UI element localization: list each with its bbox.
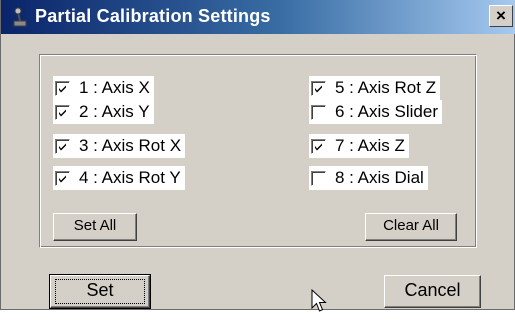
axis-label-4: 4 : Axis Rot Y: [79, 168, 181, 187]
calibration-dialog: Partial Calibration Settings × 1 : Axis …: [0, 0, 515, 310]
title-bar: Partial Calibration Settings ×: [1, 0, 515, 34]
dialog-title: Partial Calibration Settings: [35, 6, 271, 26]
checkbox-box[interactable]: [55, 170, 70, 186]
axis-selection-group: 1 : Axis X 2 : Axis Y 3 : Axis Rot X 4 :…: [39, 54, 477, 248]
axis-label-6: 6 : Axis Slider: [335, 102, 438, 121]
axis-checkbox-5[interactable]: 5 : Axis Rot Z: [309, 76, 441, 100]
checkbox-box[interactable]: [55, 80, 70, 96]
checkmark-icon: [59, 85, 66, 92]
checkmark-icon: [315, 143, 322, 150]
close-button[interactable]: ×: [489, 5, 513, 27]
checkbox-box[interactable]: [311, 138, 326, 154]
checkbox-box[interactable]: [55, 104, 70, 120]
axis-checkbox-6[interactable]: 6 : Axis Slider: [309, 100, 442, 124]
mouse-pointer-icon: [311, 288, 327, 318]
checkmark-icon: [59, 109, 66, 116]
checkmark-icon: [59, 143, 66, 150]
checkmark-icon: [315, 85, 322, 92]
axis-checkbox-2[interactable]: 2 : Axis Y: [53, 100, 154, 124]
axis-checkbox-4[interactable]: 4 : Axis Rot Y: [53, 166, 185, 190]
axis-checkbox-1[interactable]: 1 : Axis X: [53, 76, 154, 100]
joystick-icon: [13, 7, 27, 27]
axis-checkbox-7[interactable]: 7 : Axis Z: [309, 134, 409, 158]
set-button[interactable]: Set: [49, 274, 151, 309]
axis-label-7: 7 : Axis Z: [335, 136, 405, 155]
axis-checkbox-8[interactable]: 8 : Axis Dial: [309, 166, 428, 190]
checkbox-box[interactable]: [311, 170, 326, 186]
axis-label-8: 8 : Axis Dial: [335, 168, 424, 187]
checkbox-box[interactable]: [311, 80, 326, 96]
cancel-button[interactable]: Cancel: [384, 275, 481, 308]
axis-label-2: 2 : Axis Y: [79, 102, 150, 121]
axis-checkbox-3[interactable]: 3 : Axis Rot X: [53, 134, 186, 158]
checkmark-icon: [59, 175, 66, 182]
checkbox-box[interactable]: [55, 138, 70, 154]
focus-ring: [55, 279, 145, 304]
checkbox-box[interactable]: [311, 104, 326, 120]
axis-label-3: 3 : Axis Rot X: [79, 136, 182, 155]
clear-all-button[interactable]: Clear All: [365, 213, 457, 241]
set-all-button[interactable]: Set All: [53, 213, 137, 241]
axis-label-1: 1 : Axis X: [79, 78, 150, 97]
axis-label-5: 5 : Axis Rot Z: [335, 78, 437, 97]
